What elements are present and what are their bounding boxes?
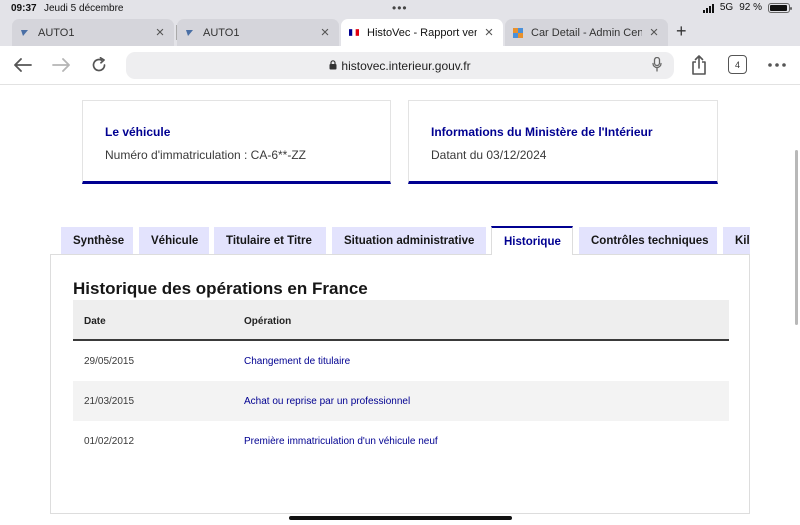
column-date: Date (84, 316, 106, 327)
tab-vehicule[interactable]: Véhicule (139, 227, 209, 254)
auto1-favicon-icon (185, 28, 195, 38)
tab-kilometrage[interactable]: Kilo (723, 227, 750, 254)
section-title: Historique des opérations en France (73, 279, 368, 298)
column-operation: Opération (244, 316, 292, 327)
vehicle-card-title: Le véhicule (105, 125, 171, 139)
ministry-date: Datant du 03/12/2024 (431, 148, 547, 162)
microphone-icon[interactable] (652, 56, 662, 75)
tab-title: Car Detail - Admin Center (531, 26, 642, 39)
status-right: 5G 92 % (702, 2, 792, 13)
admin-center-favicon-icon (513, 27, 523, 38)
browser-tab-auto1-a[interactable]: AUTO1 × (12, 19, 174, 46)
close-tab-icon[interactable]: × (483, 25, 495, 40)
row-date: 29/05/2015 (84, 356, 135, 367)
address-url: histovec.interieur.gouv.fr (341, 58, 471, 73)
historique-panel: Historique des opérations en France Date… (50, 254, 750, 514)
status-bar: 09:37 Jeudi 5 décembre ••• 5G 92 % (0, 0, 800, 17)
status-date: Jeudi 5 décembre (44, 3, 124, 14)
back-arrow-icon[interactable] (10, 53, 36, 77)
row-operation: Achat ou reprise par un professionnel (244, 396, 411, 407)
tab-synthese[interactable]: Synthèse (61, 227, 133, 254)
tab-historique[interactable]: Historique (491, 226, 573, 255)
tab-titulaire-et-titre[interactable]: Titulaire et Titre (214, 227, 326, 254)
address-bar[interactable]: histovec.interieur.gouv.fr (126, 52, 674, 79)
tab-title: AUTO1 (203, 26, 240, 39)
browser-tab-histovec[interactable]: HistoVec - Rapport vendeur × (341, 19, 503, 46)
ministry-card-title: Informations du Ministère de l'Intérieur (431, 125, 653, 139)
table-row: 29/05/2015 Changement de titulaire (73, 341, 729, 381)
page-scrollbar[interactable] (795, 150, 798, 325)
lock-icon (329, 59, 337, 73)
network-label: 5G (719, 2, 734, 13)
browser-tab-strip: AUTO1 × AUTO1 × HistoVec - Rapport vende… (0, 17, 800, 46)
close-tab-icon[interactable]: × (319, 25, 331, 40)
status-time: 09:37 (11, 3, 37, 14)
ministry-card: Informations du Ministère de l'Intérieur… (408, 100, 718, 184)
vehicle-card: Le véhicule Numéro d'immatriculation : C… (82, 100, 391, 184)
more-options-icon[interactable] (764, 53, 790, 77)
page-content: Le véhicule Numéro d'immatriculation : C… (0, 85, 800, 525)
share-icon[interactable] (686, 53, 712, 77)
browser-tab-car-detail[interactable]: Car Detail - Admin Center × (505, 19, 668, 46)
tab-count-button[interactable]: 4 (728, 55, 747, 74)
battery-percent: 92 % (739, 2, 762, 13)
table-row: 21/03/2015 Achat ou reprise par un profe… (73, 381, 729, 421)
french-flag-favicon-icon (349, 28, 359, 38)
vehicle-plate: Numéro d'immatriculation : CA-6**-ZZ (105, 148, 307, 162)
operations-table: Date Opération 29/05/2015 Changement de … (73, 300, 729, 461)
table-header: Date Opération (73, 300, 729, 341)
browser-toolbar: histovec.interieur.gouv.fr 4 (0, 46, 800, 85)
tab-controles-techniques[interactable]: Contrôles techniques (579, 227, 717, 254)
battery-icon (768, 2, 792, 13)
row-operation: Première immatriculation d'un véhicule n… (244, 436, 438, 447)
close-tab-icon[interactable]: × (154, 25, 166, 40)
forward-arrow-icon[interactable] (48, 53, 74, 77)
close-tab-icon[interactable]: × (648, 25, 660, 40)
row-date: 21/03/2015 (84, 396, 135, 407)
table-row: 01/02/2012 Première immatriculation d'un… (73, 421, 729, 461)
multitasking-dots-icon[interactable]: ••• (392, 1, 408, 15)
row-date: 01/02/2012 (84, 436, 135, 447)
tab-title: HistoVec - Rapport vendeur (367, 26, 477, 39)
auto1-favicon-icon (20, 28, 30, 38)
row-operation: Changement de titulaire (244, 356, 351, 367)
home-indicator[interactable] (289, 516, 512, 520)
browser-tab-auto1-b[interactable]: AUTO1 × (177, 19, 339, 46)
tab-title: AUTO1 (38, 26, 75, 39)
signal-icon (702, 3, 714, 13)
new-tab-button[interactable]: + (676, 22, 687, 40)
tab-situation-administrative[interactable]: Situation administrative (332, 227, 486, 254)
reload-icon[interactable] (86, 53, 112, 77)
